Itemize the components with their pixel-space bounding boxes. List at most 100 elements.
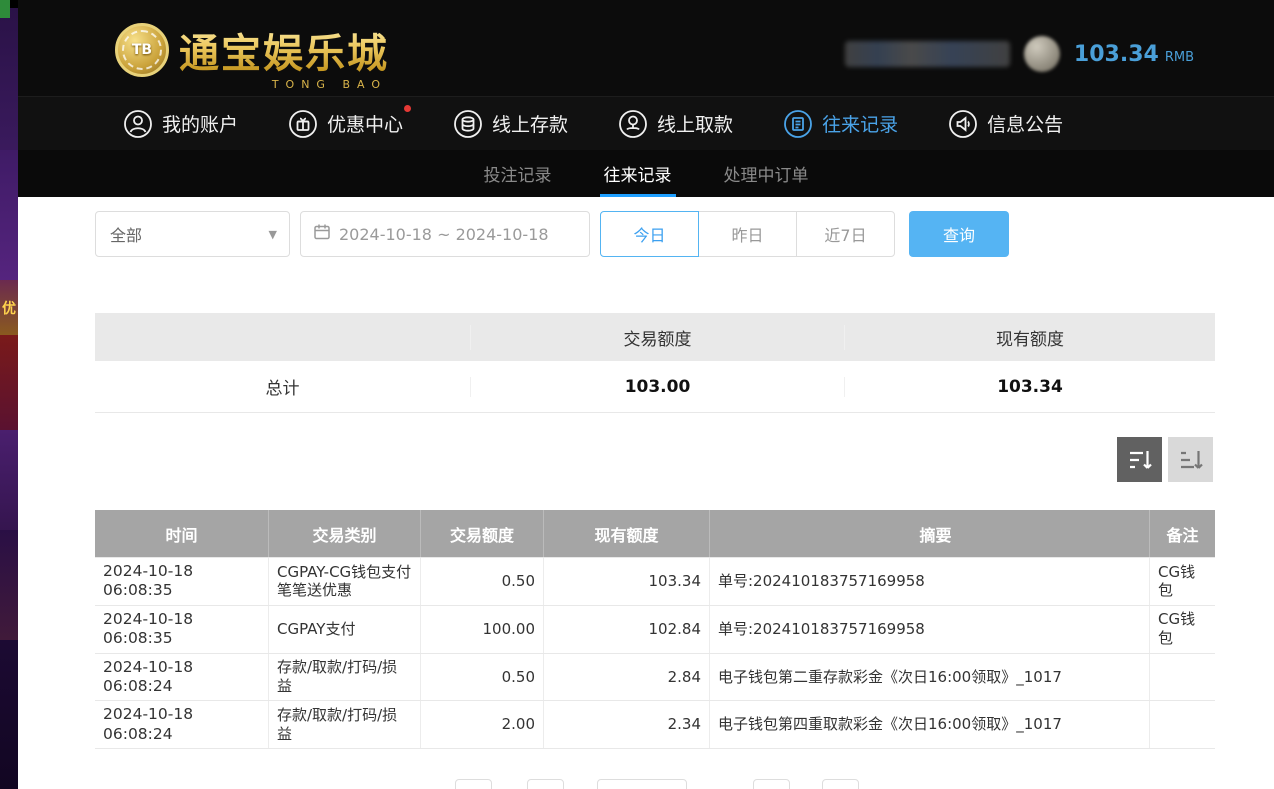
strip-segment bbox=[0, 150, 18, 280]
nav-label: 往来记录 bbox=[822, 110, 898, 137]
type-select[interactable]: 全部 ▼ bbox=[95, 211, 290, 257]
col-header-type: 交易类别 bbox=[269, 510, 421, 557]
records-icon bbox=[783, 109, 813, 139]
cell-summary: 电子钱包第四重取款彩金《次日16:00领取》_1017 bbox=[710, 701, 1150, 748]
quick-date-group: 今日 昨日 近7日 bbox=[600, 211, 895, 257]
summary-header-row: 交易额度 现有额度 bbox=[95, 313, 1215, 361]
date-range-input[interactable]: 2024-10-18 ~ 2024-10-18 bbox=[300, 211, 590, 257]
cell-amount: 100.00 bbox=[421, 606, 544, 653]
withdraw-coin-icon bbox=[618, 109, 648, 139]
pagination-button[interactable] bbox=[822, 779, 859, 789]
user-icon bbox=[123, 109, 153, 139]
cell-time: 2024-10-18 06:08:24 bbox=[95, 654, 269, 701]
cell-summary: 单号:202410183757169958 bbox=[710, 606, 1150, 653]
nav-item-my-account[interactable]: 我的账户 bbox=[123, 109, 238, 139]
sort-ascending-button[interactable] bbox=[1168, 437, 1213, 482]
today-button[interactable]: 今日 bbox=[600, 211, 699, 257]
tab-processing-orders[interactable]: 处理中订单 bbox=[720, 150, 813, 197]
deposit-coins-icon bbox=[453, 109, 483, 139]
summary-header-balance: 现有额度 bbox=[845, 325, 1215, 350]
site-window: TB 通宝娱乐城 TONG BAO 103.34 RMB bbox=[18, 0, 1274, 789]
page: 优 TB 通宝娱乐城 TONG BAO 103.34 bbox=[0, 0, 1274, 789]
cell-remark bbox=[1150, 654, 1215, 701]
nav-label: 线上取款 bbox=[657, 110, 733, 137]
user-area: 103.34 RMB bbox=[845, 36, 1194, 72]
record-tabs: 投注记录 往来记录 处理中订单 bbox=[18, 150, 1274, 197]
sort-controls bbox=[1117, 437, 1213, 482]
summary-total-balance: 103.34 bbox=[845, 377, 1215, 397]
table-row: 2024-10-18 06:08:35 CGPAY支付 100.00 102.8… bbox=[95, 605, 1215, 653]
filter-bar: 全部 ▼ 2024-10-18 ~ 2024-10-18 今日 昨日 近7日 bbox=[95, 211, 1009, 257]
site-subtitle: TONG BAO bbox=[272, 78, 387, 91]
top-header: TB 通宝娱乐城 TONG BAO 103.34 RMB bbox=[18, 0, 1274, 96]
notification-dot bbox=[404, 105, 411, 112]
strip-segment bbox=[0, 640, 18, 789]
cell-amount: 2.00 bbox=[421, 701, 544, 748]
sort-descending-button[interactable] bbox=[1117, 437, 1162, 482]
cell-amount: 0.50 bbox=[421, 654, 544, 701]
nav-item-deposit[interactable]: 线上存款 bbox=[453, 109, 568, 139]
cell-summary: 单号:202410183757169958 bbox=[710, 558, 1150, 605]
summary-table: 交易额度 现有额度 总计 103.00 103.34 bbox=[95, 313, 1215, 413]
records-table: 时间 交易类别 交易额度 现有额度 摘要 备注 2024-10-18 06:08… bbox=[95, 510, 1215, 749]
background-strip: 优 bbox=[0, 0, 18, 789]
col-header-time: 时间 bbox=[95, 510, 269, 557]
cell-time: 2024-10-18 06:08:24 bbox=[95, 701, 269, 748]
tab-label: 投注记录 bbox=[484, 161, 552, 186]
balance-amount: 103.34 bbox=[1074, 42, 1159, 67]
cell-remark: CG钱包 bbox=[1150, 606, 1215, 653]
strip-segment bbox=[0, 430, 18, 530]
col-header-remark: 备注 bbox=[1150, 510, 1215, 557]
summary-total-row: 总计 103.00 103.34 bbox=[95, 361, 1215, 413]
tab-betting-records[interactable]: 投注记录 bbox=[480, 150, 556, 197]
summary-total-transaction: 103.00 bbox=[470, 377, 845, 397]
date-range-value: 2024-10-18 ~ 2024-10-18 bbox=[339, 225, 549, 244]
nav-item-promotions[interactable]: 优惠中心 bbox=[288, 109, 403, 139]
cell-type: CGPAY-CG钱包支付笔笔送优惠 bbox=[269, 558, 421, 605]
pagination bbox=[18, 779, 1274, 789]
nav-item-records[interactable]: 往来记录 bbox=[783, 109, 898, 139]
cell-summary: 电子钱包第二重存款彩金《次日16:00领取》_1017 bbox=[710, 654, 1150, 701]
pagination-button[interactable] bbox=[597, 779, 687, 789]
type-select-value: 全部 bbox=[110, 222, 142, 246]
pagination-button[interactable] bbox=[455, 779, 492, 789]
megaphone-icon bbox=[948, 109, 978, 139]
cell-remark bbox=[1150, 701, 1215, 748]
cell-balance: 2.84 bbox=[544, 654, 710, 701]
search-button[interactable]: 查询 bbox=[909, 211, 1009, 257]
coin-icon bbox=[1024, 36, 1060, 72]
tab-label: 处理中订单 bbox=[724, 161, 809, 186]
cell-time: 2024-10-18 06:08:35 bbox=[95, 606, 269, 653]
pagination-button[interactable] bbox=[753, 779, 790, 789]
summary-header-transaction: 交易额度 bbox=[470, 325, 845, 350]
table-row: 2024-10-18 06:08:35 CGPAY-CG钱包支付笔笔送优惠 0.… bbox=[95, 557, 1215, 605]
nav-label: 信息公告 bbox=[987, 110, 1063, 137]
pagination-button[interactable] bbox=[527, 779, 564, 789]
username-masked bbox=[845, 41, 1010, 67]
cell-balance: 103.34 bbox=[544, 558, 710, 605]
site-title: 通宝娱乐城 bbox=[179, 21, 389, 79]
logo-text: 通宝娱乐城 TONG BAO bbox=[179, 21, 389, 79]
strip-segment bbox=[0, 530, 18, 640]
strip-segment bbox=[0, 335, 18, 430]
yesterday-button[interactable]: 昨日 bbox=[698, 211, 797, 257]
cell-time: 2024-10-18 06:08:35 bbox=[95, 558, 269, 605]
nav-label: 线上存款 bbox=[492, 110, 568, 137]
nav-item-withdraw[interactable]: 线上取款 bbox=[618, 109, 733, 139]
table-row: 2024-10-18 06:08:24 存款/取款/打码/损益 0.50 2.8… bbox=[95, 653, 1215, 701]
col-header-balance: 现有额度 bbox=[544, 510, 710, 557]
chip-label: TB bbox=[132, 42, 152, 58]
nav-label: 优惠中心 bbox=[327, 110, 403, 137]
main-nav: 我的账户 优惠中心 线上存款 bbox=[18, 96, 1274, 150]
logo: TB 通宝娱乐城 TONG BAO bbox=[115, 21, 389, 79]
balance-currency: RMB bbox=[1165, 50, 1194, 65]
last7days-button[interactable]: 近7日 bbox=[796, 211, 895, 257]
summary-total-label: 总计 bbox=[95, 374, 470, 399]
nav-item-announcements[interactable]: 信息公告 bbox=[948, 109, 1063, 139]
content-area: 全部 ▼ 2024-10-18 ~ 2024-10-18 今日 昨日 近7日 bbox=[18, 197, 1274, 789]
cell-amount: 0.50 bbox=[421, 558, 544, 605]
tab-transaction-records[interactable]: 往来记录 bbox=[600, 150, 676, 197]
tab-label: 往来记录 bbox=[604, 161, 672, 186]
col-header-amount: 交易额度 bbox=[421, 510, 544, 557]
cell-type: 存款/取款/打码/损益 bbox=[269, 654, 421, 701]
